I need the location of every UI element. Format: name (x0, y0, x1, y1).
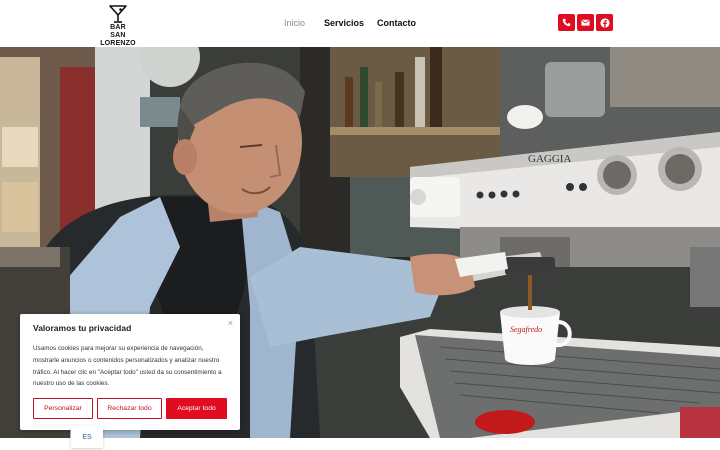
facebook-button[interactable] (596, 14, 613, 31)
customize-button[interactable]: Personalizar (33, 398, 93, 419)
page: BAR SAN LORENZO Inicio Servicios Contact… (0, 0, 720, 450)
page-bottom (0, 438, 720, 450)
facebook-icon (599, 17, 610, 28)
close-icon[interactable]: × (228, 318, 233, 328)
cookie-description: Usamos cookies para mejorar su experienc… (33, 345, 222, 388)
phone-button[interactable] (558, 14, 575, 31)
machine-brand-label: GAGGIA (528, 153, 571, 165)
logo-line-1: BAR (110, 24, 126, 31)
site-logo[interactable]: BAR SAN LORENZO (94, 4, 142, 47)
main-nav: Inicio Servicios Contacto (284, 17, 417, 29)
nav-item-inicio[interactable]: Inicio (284, 17, 324, 29)
language-selector[interactable]: ES (71, 426, 103, 448)
martini-glass-icon (109, 5, 127, 23)
reject-all-button[interactable]: Rechazar todo (97, 398, 162, 419)
social-links (558, 14, 613, 31)
site-header: BAR SAN LORENZO Inicio Servicios Contact… (0, 0, 720, 47)
logo-line-2: SAN LORENZO (100, 32, 136, 47)
cup-brand-label: Segafredo (510, 325, 542, 334)
accept-all-button[interactable]: Aceptar todo (166, 398, 227, 419)
cookie-consent-banner: × Valoramos tu privacidad Usamos cookies… (20, 314, 240, 430)
cookie-actions: Personalizar Rechazar todo Aceptar todo (33, 398, 227, 419)
cookie-title: Valoramos tu privacidad (33, 323, 132, 333)
email-icon (581, 19, 590, 26)
nav-item-contacto[interactable]: Contacto (377, 17, 417, 29)
nav-item-servicios[interactable]: Servicios (324, 17, 377, 29)
phone-icon (562, 18, 571, 27)
email-button[interactable] (577, 14, 594, 31)
